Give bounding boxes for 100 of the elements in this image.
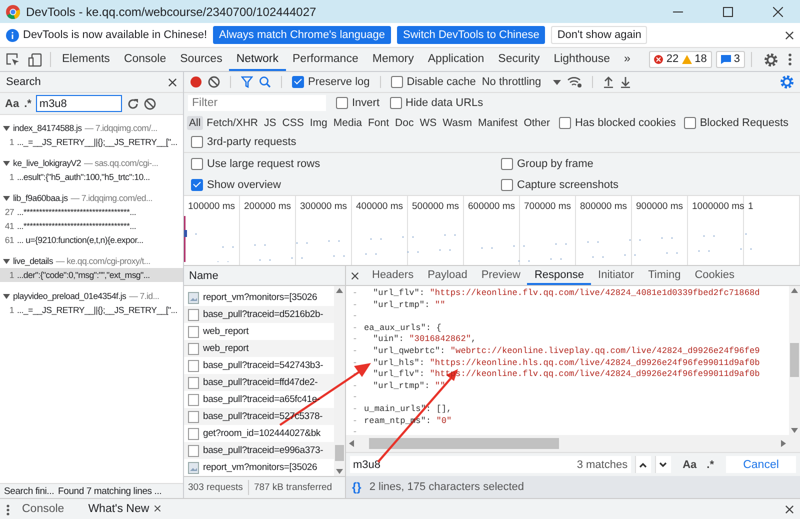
- scroll-up-icon[interactable]: [336, 288, 343, 293]
- download-icon[interactable]: [620, 76, 632, 88]
- filter-field[interactable]: Filter: [188, 95, 326, 111]
- checkbox[interactable]: [390, 76, 403, 88]
- type-filter[interactable]: Font: [366, 116, 392, 130]
- pretty-print-button[interactable]: {}: [352, 480, 362, 494]
- search-match[interactable]: 1 ..._=__JS_RETRY__||{};__JS_RETRY__["...: [0, 135, 183, 149]
- detail-tab[interactable]: Headers: [365, 266, 421, 285]
- request-row[interactable]: base_pull?traceid=d5216b2b-: [184, 306, 334, 323]
- result-file[interactable]: playvideo_preload_01e4354f.js: [13, 291, 126, 301]
- panel-tab[interactable]: Performance: [286, 48, 366, 71]
- search-match[interactable]: 1 ..._=__JS_RETRY__||{};__JS_RETRY__["...: [0, 303, 183, 317]
- network-conditions-icon[interactable]: [567, 76, 582, 88]
- close-icon[interactable]: [154, 505, 162, 512]
- search-match[interactable]: 61 ... u={9210:function(e,t,n){e.expor...: [0, 233, 183, 247]
- refresh-icon[interactable]: [127, 98, 140, 110]
- result-file[interactable]: live_details: [13, 256, 53, 266]
- panel-tab[interactable]: Lighthouse: [546, 48, 617, 71]
- expand-icon[interactable]: [3, 160, 10, 166]
- scrollbar[interactable]: [334, 286, 345, 476]
- checkbox[interactable]: [501, 178, 513, 190]
- scroll-down-icon[interactable]: [791, 428, 798, 433]
- request-row[interactable]: report_vm?monitors=[35026: [184, 289, 334, 306]
- scrollbar[interactable]: [789, 286, 800, 435]
- more-options-icon[interactable]: [6, 504, 10, 516]
- checkbox[interactable]: [684, 116, 696, 128]
- type-filter[interactable]: Doc: [393, 116, 416, 130]
- type-filter[interactable]: Wasm: [440, 116, 474, 130]
- settings-icon[interactable]: [764, 52, 778, 66]
- scrollbar-thumb[interactable]: [369, 438, 559, 449]
- request-row[interactable]: report_vm?monitors=[35026: [184, 459, 334, 476]
- drawer-tab[interactable]: Console: [10, 498, 76, 519]
- close-icon[interactable]: [785, 505, 794, 514]
- request-row[interactable]: web_report: [184, 323, 334, 340]
- close-icon[interactable]: [773, 6, 783, 16]
- detail-tab[interactable]: Initiator: [591, 266, 642, 285]
- search-match[interactable]: 1 ...esult":{"h5_auth":100,"h5_trtc":10...: [0, 170, 183, 184]
- regex-toggle[interactable]: .*: [24, 98, 32, 110]
- type-filter[interactable]: JS: [262, 116, 278, 130]
- expand-icon[interactable]: [3, 258, 10, 264]
- scroll-right-icon[interactable]: [781, 440, 786, 447]
- info-action-button[interactable]: Always match Chrome's language: [213, 26, 392, 44]
- type-filter[interactable]: WS: [418, 116, 439, 130]
- scrollbar-thumb[interactable]: [335, 445, 344, 461]
- find-field[interactable]: m3u8 3 matches: [350, 456, 631, 473]
- search-field[interactable]: m3u8: [36, 95, 122, 112]
- match-case-toggle[interactable]: Aa: [5, 98, 20, 110]
- match-case-toggle[interactable]: Aa: [682, 458, 697, 470]
- scroll-up-icon[interactable]: [791, 288, 798, 293]
- type-filter[interactable]: Media: [331, 116, 364, 130]
- result-file[interactable]: ke_live_lokigrayV2: [13, 158, 81, 168]
- result-file[interactable]: index_84174588.js: [13, 123, 82, 133]
- panel-tab[interactable]: Elements: [55, 48, 117, 71]
- column-header[interactable]: Name: [189, 270, 218, 282]
- expand-icon[interactable]: [3, 292, 10, 300]
- request-row[interactable]: base_pull?traceid=e996a373-: [184, 442, 334, 459]
- close-icon[interactable]: [351, 272, 359, 280]
- type-filter[interactable]: Other: [522, 116, 552, 130]
- record-icon[interactable]: [190, 76, 202, 88]
- request-row[interactable]: web_report: [184, 340, 334, 357]
- scroll-down-icon[interactable]: [336, 469, 343, 474]
- checkbox[interactable]: [191, 158, 203, 170]
- checkbox[interactable]: [558, 116, 571, 128]
- panel-tab[interactable]: Console: [116, 48, 174, 71]
- checkbox[interactable]: [191, 136, 203, 148]
- upload-icon[interactable]: [603, 76, 614, 88]
- result-file[interactable]: lib_f9a60baa.js: [13, 193, 68, 203]
- panel-tab[interactable]: Application: [420, 48, 492, 71]
- previous-match-button[interactable]: [634, 456, 651, 473]
- throttling-dropdown[interactable]: No throttling: [482, 76, 562, 88]
- info-action-button[interactable]: Switch DevTools to Chinese: [397, 26, 546, 44]
- request-row[interactable]: base_pull?traceid=ffd47de2-: [184, 374, 334, 391]
- detail-tab[interactable]: Timing: [641, 266, 688, 285]
- issues-counter[interactable]: 22 18: [649, 51, 712, 68]
- type-filter[interactable]: CSS: [280, 116, 306, 130]
- scrollbar-thumb[interactable]: [790, 343, 799, 377]
- settings-icon[interactable]: [780, 75, 794, 89]
- search-match[interactable]: 1 ...der":{"code":0,"msg":"","ext_msg"...: [0, 268, 183, 282]
- horizontal-scrollbar[interactable]: [346, 435, 800, 452]
- detail-tab[interactable]: Preview: [474, 266, 528, 285]
- request-row[interactable]: get?room_id=102444027&bk: [184, 425, 334, 442]
- info-action-button[interactable]: Don't show again: [551, 26, 648, 44]
- more-tabs-button[interactable]: »: [616, 48, 638, 71]
- maximize-icon[interactable]: [723, 6, 733, 16]
- checkbox[interactable]: [390, 97, 402, 109]
- type-filter[interactable]: Manifest: [476, 116, 520, 130]
- next-match-button[interactable]: [654, 456, 671, 473]
- drawer-tab[interactable]: What's New: [76, 498, 174, 519]
- checkbox[interactable]: [501, 158, 513, 170]
- type-filter[interactable]: All: [187, 116, 203, 130]
- search-match[interactable]: 41 ...**********************************...: [0, 219, 183, 233]
- checkbox[interactable]: [191, 178, 203, 190]
- request-row[interactable]: base_pull?traceid=542743b3-: [184, 357, 334, 374]
- clear-icon[interactable]: [208, 76, 220, 88]
- more-options-icon[interactable]: [788, 53, 792, 66]
- clear-icon[interactable]: [144, 98, 156, 110]
- checkbox[interactable]: [336, 97, 348, 109]
- detail-tab[interactable]: Cookies: [688, 266, 742, 285]
- messages-counter[interactable]: 3: [716, 51, 745, 68]
- type-filter[interactable]: Img: [308, 116, 330, 130]
